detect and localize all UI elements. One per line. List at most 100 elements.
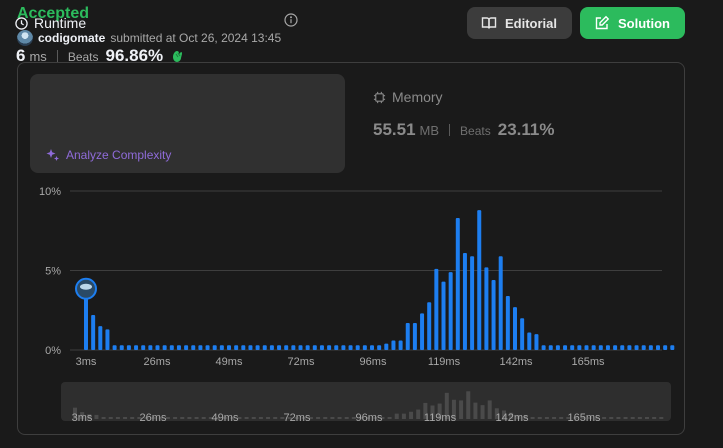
chart-bar[interactable] xyxy=(105,329,110,350)
chart-bar[interactable] xyxy=(284,345,289,350)
chart-bar[interactable] xyxy=(348,345,353,350)
chart-bar[interactable] xyxy=(134,345,139,350)
overview-bar xyxy=(487,400,492,419)
chart-bar[interactable] xyxy=(477,210,482,350)
chart-bar[interactable] xyxy=(169,345,174,350)
chart-bar[interactable] xyxy=(484,267,489,350)
chart-bar[interactable] xyxy=(498,256,503,350)
chart-bar[interactable] xyxy=(448,272,453,350)
chart-bar[interactable] xyxy=(648,345,653,350)
chart-bar[interactable] xyxy=(191,345,196,350)
chart-bar[interactable] xyxy=(620,345,625,350)
chart-bar[interactable] xyxy=(513,307,517,350)
chart-bar[interactable] xyxy=(184,345,189,350)
chart-bar[interactable] xyxy=(176,345,181,350)
chart-bar[interactable] xyxy=(670,345,675,350)
chart-bar[interactable] xyxy=(548,345,553,350)
chart-bar[interactable] xyxy=(527,332,532,350)
chart-bar[interactable] xyxy=(634,345,639,350)
overview-bar xyxy=(645,417,649,419)
chart-bar[interactable] xyxy=(570,345,575,350)
chart-bar[interactable] xyxy=(405,322,410,350)
chart-bar[interactable] xyxy=(641,345,646,350)
chart-bar[interactable] xyxy=(455,218,460,350)
chart-bar[interactable] xyxy=(663,345,668,350)
chart-bar[interactable] xyxy=(255,345,260,350)
chart-bar[interactable] xyxy=(420,313,425,350)
x-tick-label: 49ms xyxy=(216,356,243,368)
chart-bar[interactable] xyxy=(319,345,324,350)
chart-bar[interactable] xyxy=(391,340,396,350)
chart-bar[interactable] xyxy=(434,268,439,350)
chart-bar[interactable] xyxy=(198,345,203,350)
chart-bar[interactable] xyxy=(269,345,274,350)
chart-bar[interactable] xyxy=(534,334,539,350)
chart-bar[interactable] xyxy=(141,345,146,350)
chart-bar[interactable] xyxy=(305,345,310,350)
chart-bar[interactable] xyxy=(427,302,432,350)
chart-bar[interactable] xyxy=(584,345,589,350)
chart-bar[interactable] xyxy=(291,345,296,350)
chart-bar[interactable] xyxy=(377,345,382,350)
chart-bar[interactable] xyxy=(234,345,239,350)
chart-bar[interactable] xyxy=(91,315,96,350)
chart-bar[interactable] xyxy=(126,345,131,350)
chart-bar[interactable] xyxy=(227,345,231,350)
overview-bar xyxy=(201,417,206,419)
chart-bar[interactable] xyxy=(327,345,332,350)
chart-bar[interactable] xyxy=(462,253,467,350)
chart-bar[interactable] xyxy=(384,343,389,350)
chart-bar[interactable] xyxy=(248,345,253,350)
overview-tick-label: 26ms xyxy=(140,412,167,424)
chart-bar[interactable] xyxy=(119,345,124,350)
runtime-distribution-chart[interactable]: 10% 5% 0% 3ms 26ms 49ms 72ms 96ms 119ms 142ms 165m… xyxy=(0,0,723,448)
chart-bar[interactable] xyxy=(162,345,167,350)
chart-bar[interactable] xyxy=(277,345,282,350)
chart-bar[interactable] xyxy=(613,345,618,350)
overview-bar xyxy=(316,417,321,419)
chart-bar[interactable] xyxy=(355,345,360,350)
chart-bar[interactable] xyxy=(241,345,246,350)
overview-bar xyxy=(173,417,178,419)
chart-bar[interactable] xyxy=(470,256,475,350)
chart-bar[interactable] xyxy=(577,345,582,350)
chart-bar[interactable] xyxy=(312,345,317,350)
chart-bar[interactable] xyxy=(341,345,346,350)
overview-bar xyxy=(616,417,621,419)
chart-bar[interactable] xyxy=(148,345,153,350)
overview-bar xyxy=(416,409,421,419)
chart-bar[interactable] xyxy=(362,345,367,350)
x-tick-label: 72ms xyxy=(288,356,315,368)
chart-bar[interactable] xyxy=(591,345,596,350)
chart-bar[interactable] xyxy=(505,295,510,350)
x-tick-label: 26ms xyxy=(144,356,171,368)
chart-bar[interactable] xyxy=(262,345,267,350)
chart-bar[interactable] xyxy=(520,318,525,350)
chart-bar[interactable] xyxy=(555,345,560,350)
chart-bar[interactable] xyxy=(98,326,103,350)
chart-bar[interactable] xyxy=(441,281,446,350)
chart-bar[interactable] xyxy=(656,345,660,350)
x-tick-label: 3ms xyxy=(76,356,97,368)
x-tick-label: 165ms xyxy=(571,356,605,368)
chart-bar[interactable] xyxy=(412,322,417,350)
chart-bar[interactable] xyxy=(298,345,303,350)
chart-bar[interactable] xyxy=(334,345,339,350)
chart-bar[interactable] xyxy=(605,345,610,350)
overview-tick-label: 96ms xyxy=(356,412,383,424)
chart-bar[interactable] xyxy=(398,340,403,350)
overview-tick-label: 49ms xyxy=(212,412,239,424)
chart-bar[interactable] xyxy=(155,345,160,350)
chart-bar[interactable] xyxy=(598,345,603,350)
x-tick-label: 96ms xyxy=(360,356,387,368)
chart-bar[interactable] xyxy=(491,280,496,350)
chart-bar[interactable] xyxy=(219,345,224,350)
chart-bar[interactable] xyxy=(84,292,88,350)
chart-bar[interactable] xyxy=(212,345,217,350)
chart-bar[interactable] xyxy=(370,345,374,350)
chart-bar[interactable] xyxy=(541,345,546,350)
chart-bar[interactable] xyxy=(112,345,117,350)
chart-bar[interactable] xyxy=(563,345,568,350)
chart-bar[interactable] xyxy=(627,345,632,350)
chart-bar[interactable] xyxy=(205,345,210,350)
